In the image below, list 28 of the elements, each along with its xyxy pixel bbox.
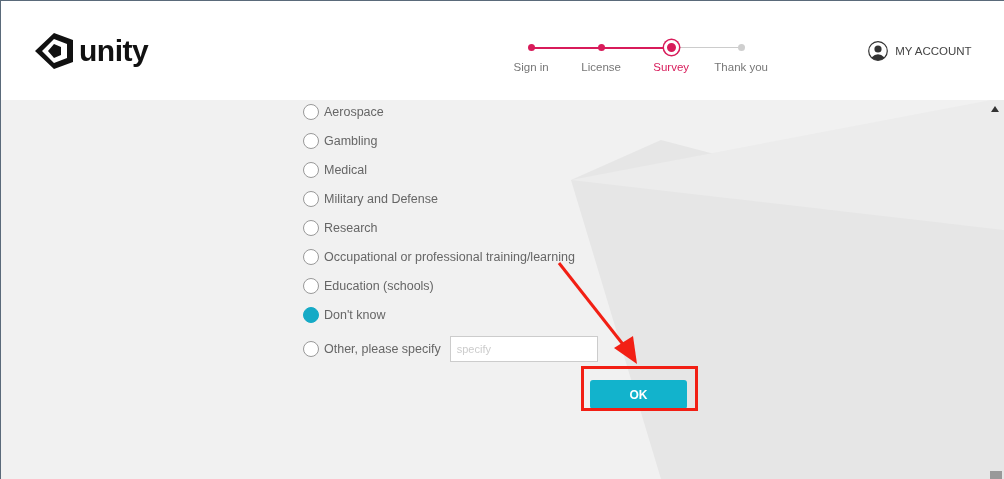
radio-button[interactable] [303,219,319,236]
radio-button[interactable] [303,341,319,357]
option-label: Medical [324,162,368,177]
option-label: Occupational or professional training/learning [324,249,575,264]
radio-button[interactable] [303,132,319,149]
radio-button[interactable] [303,277,319,294]
option-label: Research [324,220,378,235]
scroll-up-icon[interactable] [991,106,999,112]
option-label: Education (schools) [324,278,434,293]
option-label: Other, please specify [324,342,441,356]
radio-button[interactable] [303,190,319,207]
step-label: License [581,61,621,73]
radio-button[interactable] [303,306,319,323]
user-avatar-icon [868,40,889,61]
step-label: Sign in [513,61,549,73]
option-label: Gambling [324,133,378,148]
radio-button[interactable] [303,103,319,120]
my-account-link[interactable]: MY ACCOUNT [868,40,972,61]
option-label: Aerospace [324,104,384,119]
step-label: Survey [653,61,690,73]
logo-text: unity [79,33,149,68]
radio-button[interactable] [303,248,319,265]
radio-button[interactable] [303,161,319,178]
scrollbar-thumb[interactable] [990,471,1002,479]
cube-logo-icon [33,31,75,70]
option-label: Don't know [324,307,386,322]
option-label: Military and Defense [324,191,438,206]
step-label: Thank you [714,61,768,73]
